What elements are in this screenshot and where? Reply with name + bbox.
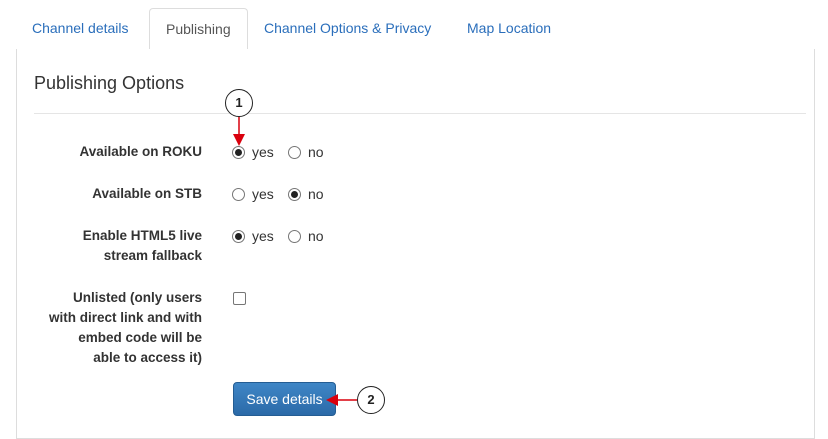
stb-no-label: no [308, 186, 324, 202]
roku-no-radio[interactable] [288, 145, 301, 159]
publishing-panel: Publishing Options Available on ROKU yes… [16, 49, 815, 439]
stb-no-option[interactable]: no [288, 186, 324, 202]
section-title: Publishing Options [34, 73, 185, 93]
html5-no-option[interactable]: no [288, 228, 324, 244]
unlisted-checkbox[interactable] [233, 292, 246, 305]
html5-yes-label: yes [252, 228, 274, 244]
stb-label: Available on STB [92, 186, 202, 201]
unlisted-label: Unlisted (only users with direct link an… [32, 288, 202, 368]
html5-label-line2: stream fallback [103, 248, 202, 263]
roku-yes-label: yes [252, 144, 274, 160]
annotation-callout-2: 2 [357, 386, 385, 414]
tab-channel-details[interactable]: Channel details [16, 8, 145, 50]
html5-no-label: no [308, 228, 324, 244]
roku-yes-radio[interactable] [232, 145, 245, 159]
stb-yes-radio[interactable] [232, 187, 245, 201]
stb-no-radio[interactable] [288, 187, 301, 201]
roku-no-option[interactable]: no [288, 144, 324, 160]
save-details-button[interactable]: Save details [233, 382, 336, 416]
unlisted-label-line2: with direct link and with [48, 310, 202, 325]
unlisted-label-line4: able to access it) [93, 350, 202, 365]
unlisted-label-line1: Unlisted (only users [72, 290, 202, 305]
stb-yes-option[interactable]: yes [232, 186, 274, 202]
tab-publishing[interactable]: Publishing [149, 8, 248, 51]
tab-map-location[interactable]: Map Location [451, 8, 567, 50]
roku-label: Available on ROKU [79, 144, 202, 159]
html5-no-radio[interactable] [288, 229, 301, 243]
html5-label: Enable HTML5 live stream fallback [32, 226, 202, 266]
roku-yes-option[interactable]: yes [232, 144, 274, 160]
unlisted-label-line3: embed code will be [78, 330, 202, 345]
tab-channel-options-privacy[interactable]: Channel Options & Privacy [248, 8, 447, 50]
html5-yes-option[interactable]: yes [232, 228, 274, 244]
tab-bar: Channel details Publishing Channel Optio… [16, 8, 815, 51]
html5-yes-radio[interactable] [232, 229, 245, 243]
html5-label-line1: Enable HTML5 live [82, 228, 202, 243]
divider [34, 113, 806, 114]
stb-yes-label: yes [252, 186, 274, 202]
annotation-callout-1: 1 [225, 89, 253, 117]
roku-no-label: no [308, 144, 324, 160]
